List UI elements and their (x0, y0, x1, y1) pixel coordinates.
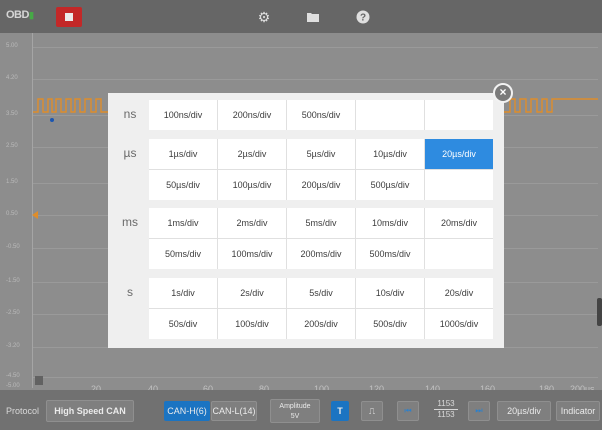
timebase-option[interactable]: 200µs/div (287, 170, 355, 200)
timebase-option[interactable]: 10ms/div (356, 208, 424, 238)
empty-cell (425, 170, 493, 200)
timebase-option[interactable]: 500ns/div (287, 100, 355, 130)
timebase-option[interactable]: 50s/div (149, 309, 217, 339)
timebase-option[interactable]: 1000s/div (425, 309, 493, 339)
timebase-option-group: 1ms/div 2ms/div 5ms/div 10ms/div 20ms/div 50m… (149, 208, 493, 269)
timebase-option-group: 1s/div 2s/div 5s/div 10s/div 20s/div 50s/div 1… (149, 278, 493, 339)
timebase-option[interactable]: 5µs/div (287, 139, 355, 169)
timebase-option[interactable]: 100s/div (218, 309, 286, 339)
timebase-option[interactable]: 20µs/div (425, 139, 493, 169)
timebase-option-group: 100ns/div 200ns/div 500ns/div (149, 100, 493, 130)
timebase-option[interactable]: 1s/div (149, 278, 217, 308)
timebase-option-group: 1µs/div 2µs/div 5µs/div 10µs/div 20µs/div 50µ… (149, 139, 493, 200)
unit-label-1: µs (123, 146, 137, 160)
timebase-option[interactable]: 100µs/div (218, 170, 286, 200)
timebase-option[interactable]: 100ns/div (149, 100, 217, 130)
empty-cell (425, 239, 493, 269)
timebase-option[interactable]: 1µs/div (149, 139, 217, 169)
timebase-option[interactable]: 200s/div (287, 309, 355, 339)
close-icon: × (499, 85, 507, 99)
timebase-option[interactable]: 5ms/div (287, 208, 355, 238)
timebase-option[interactable]: 20ms/div (425, 208, 493, 238)
timebase-option[interactable]: 2s/div (218, 278, 286, 308)
timebase-option[interactable]: 20s/div (425, 278, 493, 308)
timebase-option[interactable]: 2ms/div (218, 208, 286, 238)
timebase-option[interactable]: 50µs/div (149, 170, 217, 200)
timebase-option[interactable]: 200ns/div (218, 100, 286, 130)
timebase-option[interactable]: 500s/div (356, 309, 424, 339)
timebase-option[interactable]: 2µs/div (218, 139, 286, 169)
unit-label-2: ms (122, 215, 138, 229)
empty-cell (356, 100, 424, 130)
empty-cell (425, 100, 493, 130)
close-popup-button[interactable]: × (493, 83, 513, 103)
timebase-option[interactable]: 10s/div (356, 278, 424, 308)
timebase-option[interactable]: 500ms/div (356, 239, 424, 269)
timebase-option[interactable]: 1ms/div (149, 208, 217, 238)
unit-label-3: s (127, 285, 133, 299)
timebase-option[interactable]: 50ms/div (149, 239, 217, 269)
unit-label-0: ns (123, 107, 137, 121)
timebase-option[interactable]: 5s/div (287, 278, 355, 308)
timebase-option[interactable]: 500µs/div (356, 170, 424, 200)
timebase-option[interactable]: 10µs/div (356, 139, 424, 169)
timebase-option[interactable]: 200ms/div (287, 239, 355, 269)
timebase-option[interactable]: 100ms/div (218, 239, 286, 269)
